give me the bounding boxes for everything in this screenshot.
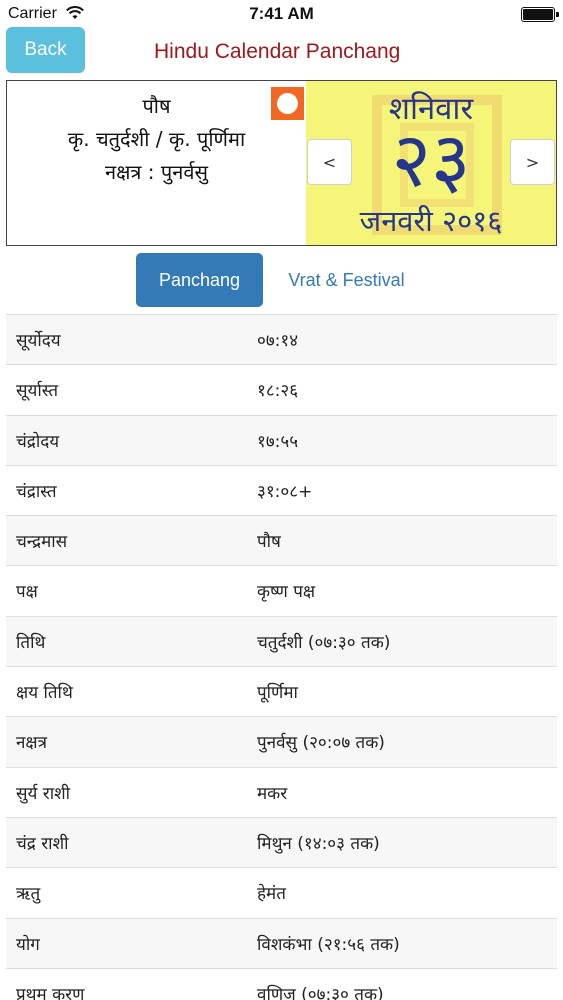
date-header: पौष कृ. चतुर्दशी / कृ. पूर्णिमा नक्षत्र … <box>6 80 557 246</box>
month-year-label: जनवरी २०१६ <box>359 204 503 238</box>
table-row: नक्षत्र पुनर्वसु (२०:०७ तक) <box>6 716 557 767</box>
next-day-button[interactable]: > <box>510 139 555 185</box>
row-value: चतुर्दशी (०७:३० तक) <box>257 632 391 653</box>
page-title: Hindu Calendar Panchang <box>154 40 401 63</box>
tab-panchang[interactable]: Panchang <box>136 253 263 307</box>
table-row: प्रथम करण वणिज (०७:३० तक) <box>6 967 557 1000</box>
row-label: सूर्योदय <box>16 331 61 351</box>
row-label: क्षय तिथि <box>16 683 73 704</box>
full-moon-icon <box>271 87 304 120</box>
row-value: मकर <box>257 783 288 804</box>
row-value: वणिज (०७:३० तक) <box>257 984 384 1000</box>
row-value: कृष्ण पक्ष <box>257 582 316 603</box>
row-label: नक्षत्र <box>16 733 48 754</box>
row-value: १८:२६ <box>257 381 299 402</box>
table-row: क्षय तिथि पूर्णिमा <box>6 666 557 716</box>
row-value: पूर्णिमा <box>257 683 298 704</box>
previous-day-button[interactable]: < <box>307 139 352 185</box>
lunar-month: पौष <box>142 94 171 118</box>
row-label: पक्ष <box>16 582 38 603</box>
row-value: मिथुन (१४:०३ तक) <box>257 833 380 854</box>
panchang-table: सूर्योदय ०७:१४ सूर्यास्त १८:२६ चंद्रोदय १७:५५… <box>6 314 557 1000</box>
table-row: चंद्र राशी मिथुन (१४:०३ तक) <box>6 816 557 868</box>
row-label: ऋतु <box>16 884 41 905</box>
row-label: योग <box>16 934 40 955</box>
tab-vrat-festival[interactable]: Vrat & Festival <box>274 253 419 307</box>
row-label: तिथि <box>16 632 46 653</box>
tithi-summary: कृ. चतुर्दशी / कृ. पूर्णिमा <box>67 127 246 151</box>
row-value: हेमंत <box>257 884 286 905</box>
row-value: १७:५५ <box>257 431 299 452</box>
date-info: पौष कृ. चतुर्दशी / कृ. पूर्णिमा नक्षत्र … <box>7 81 306 245</box>
row-label: सुर्य राशी <box>16 783 71 804</box>
table-row: चंद्रास्त ३१:०८+ <box>6 464 557 515</box>
table-row: तिथि चतुर्दशी (०७:३० तक) <box>6 615 557 667</box>
row-label: प्रथम करण <box>16 984 85 1000</box>
status-time: 7:41 AM <box>249 4 314 23</box>
row-label: चन्द्रमास <box>16 532 68 553</box>
row-label: चंद्र राशी <box>16 833 69 854</box>
row-label: चंद्रास्त <box>16 481 57 502</box>
table-row: चन्द्रमास पौष <box>6 515 557 566</box>
table-row: योग विशकंभा (२१:५६ तक) <box>6 917 557 968</box>
row-label: चंद्रोदय <box>16 431 60 452</box>
row-label: सूर्यास्त <box>16 381 59 402</box>
battery-icon <box>521 7 559 22</box>
row-value: पौष <box>257 532 281 553</box>
back-button[interactable]: Back <box>6 27 85 73</box>
table-row: ऋतु हेमंत <box>6 867 557 917</box>
row-value: ३१:०८+ <box>257 481 313 502</box>
table-row: सूर्योदय ०७:१४ <box>6 314 557 365</box>
row-value: ०७:१४ <box>257 331 299 351</box>
date-panel: शनिवार २३ जनवरी २०१६ < > <box>306 81 556 245</box>
table-row: चंद्रोदय १७:५५ <box>6 414 557 465</box>
table-row: सुर्य राशी मकर <box>6 766 557 817</box>
row-value: पुनर्वसु (२०:०७ तक) <box>257 733 385 754</box>
nakshatra-summary: नक्षत्र : पुनर्वसु <box>104 160 209 184</box>
table-row: सूर्यास्त १८:२६ <box>6 364 557 414</box>
row-value: विशकंभा (२१:५६ तक) <box>257 934 400 955</box>
table-row: पक्ष कृष्ण पक्ष <box>6 565 557 615</box>
status-bar: Carrier 7:41 AM <box>0 0 563 28</box>
